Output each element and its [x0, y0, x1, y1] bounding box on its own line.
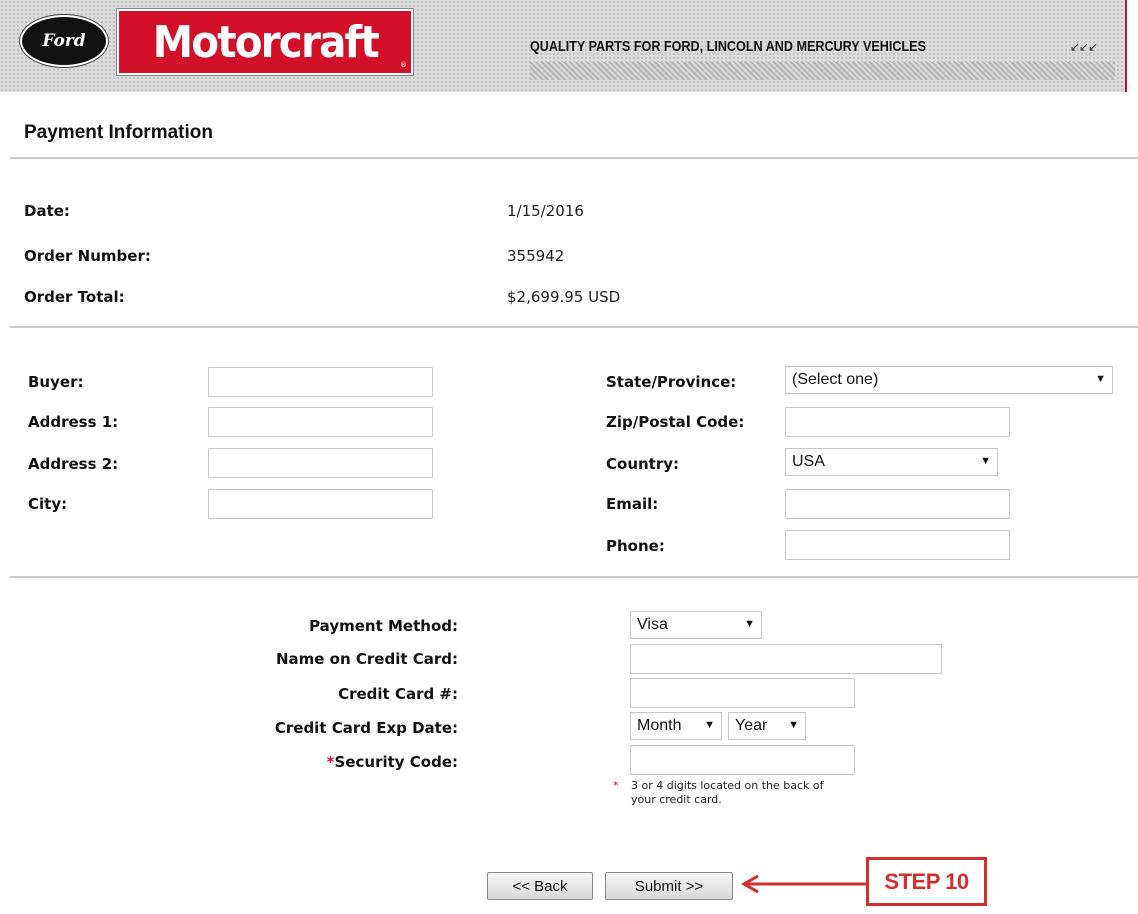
country-select[interactable]: USA ▼ — [785, 448, 998, 476]
payment-method-label: Payment Method: — [309, 617, 458, 635]
state-select[interactable]: (Select one) ▼ — [785, 366, 1113, 394]
header-tagline: QUALITY PARTS FOR FORD, LINCOLN AND MERC… — [530, 38, 926, 55]
dropdown-arrow-icon: ▼ — [788, 719, 799, 731]
security-code-hint: 3 or 4 digits located on the back of you… — [631, 779, 824, 806]
exp-year-selected-value: Year — [735, 717, 768, 734]
country-label: Country: — [606, 455, 680, 473]
chevron-decoration-icon: ↙↙↙ — [1070, 40, 1098, 54]
buyer-label: Buyer: — [28, 373, 84, 391]
exp-date-label: Credit Card Exp Date: — [274, 719, 458, 737]
divider — [10, 157, 1138, 159]
divider — [10, 326, 1138, 328]
ford-logo: Ford — [20, 15, 108, 67]
divider — [10, 576, 1138, 578]
card-name-label: Name on Credit Card: — [275, 650, 458, 668]
address1-label: Address 1: — [28, 413, 119, 431]
card-number-label: Credit Card #: — [338, 685, 458, 703]
step-arrow-icon — [740, 874, 868, 894]
exp-month-selected-value: Month — [637, 717, 682, 734]
security-code-label-text: Security Code: — [334, 753, 458, 771]
payment-method-selected-value: Visa — [637, 616, 668, 633]
city-label: City: — [28, 495, 68, 513]
dropdown-arrow-icon: ▼ — [1095, 373, 1106, 385]
motorcraft-logo: Motorcraft ® — [117, 9, 413, 75]
order-number-value: 355942 — [507, 247, 565, 265]
required-marker: * — [326, 753, 335, 771]
motorcraft-logo-text: Motorcraft — [152, 16, 379, 68]
site-header: Ford Motorcraft ® QUALITY PARTS FOR FORD… — [0, 0, 1127, 92]
email-label: Email: — [606, 495, 659, 513]
back-button[interactable]: << Back — [487, 872, 593, 900]
header-accent-line — [1125, 0, 1127, 92]
buyer-input[interactable] — [208, 367, 433, 397]
card-name-input[interactable] — [630, 644, 942, 674]
phone-label: Phone: — [606, 537, 665, 555]
state-selected-value: (Select one) — [792, 371, 879, 388]
card-number-input[interactable] — [630, 678, 855, 708]
ford-logo-text: Ford — [42, 31, 86, 51]
dropdown-arrow-icon: ▼ — [980, 455, 991, 467]
zip-input[interactable] — [785, 407, 1010, 437]
security-code-label: *Security Code: — [200, 753, 458, 771]
order-total-value: $2,699.95 USD — [507, 288, 621, 306]
security-code-input[interactable] — [630, 745, 855, 775]
address1-input[interactable] — [208, 407, 433, 437]
header-pattern-bar — [530, 62, 1115, 80]
country-selected-value: USA — [792, 453, 825, 470]
order-total-label: Order Total: — [24, 288, 125, 306]
payment-method-select[interactable]: Visa ▼ — [630, 611, 762, 639]
dropdown-arrow-icon: ▼ — [704, 719, 715, 731]
email-input[interactable] — [785, 489, 1010, 519]
address2-input[interactable] — [208, 448, 433, 478]
exp-year-select[interactable]: Year ▼ — [728, 712, 806, 740]
order-number-label: Order Number: — [24, 247, 151, 265]
state-label: State/Province: — [606, 373, 737, 391]
hint-marker: * — [613, 779, 619, 792]
date-label: Date: — [24, 202, 70, 220]
city-input[interactable] — [208, 489, 433, 519]
page-title: Payment Information — [24, 122, 213, 143]
zip-label: Zip/Postal Code: — [606, 413, 745, 431]
step-annotation: STEP 10 — [866, 857, 987, 906]
address2-label: Address 2: — [28, 455, 119, 473]
dropdown-arrow-icon: ▼ — [744, 618, 755, 630]
submit-button[interactable]: Submit >> — [605, 872, 733, 900]
date-value: 1/15/2016 — [507, 202, 584, 220]
exp-month-select[interactable]: Month ▼ — [630, 712, 722, 740]
phone-input[interactable] — [785, 530, 1010, 560]
